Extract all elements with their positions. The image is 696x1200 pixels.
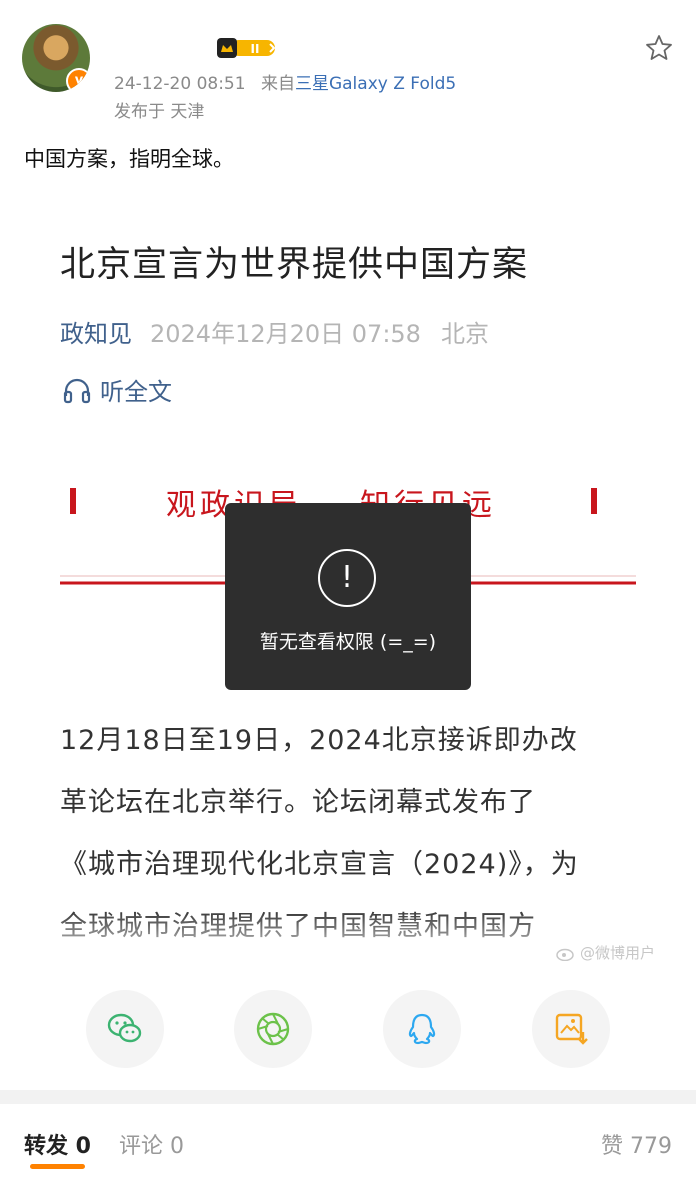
share-wechat-button[interactable] [86,990,164,1068]
toast-message: 暂无查看权限 (=_=) [259,631,437,653]
post-text: 中国方案，指明全球。 [24,147,234,171]
weibo-logo-icon [556,948,574,961]
tab-likes[interactable]: 赞 779 [601,1128,672,1160]
svg-text:II: II [251,42,260,56]
article-body-line: 革论坛在北京举行。论坛闭幕式发布了 [60,787,536,818]
device-link[interactable]: 三星Galaxy Z Fold5 [295,74,456,94]
post-tabs: 转发 0 评论 0 赞 779 [0,1104,696,1200]
article-body-line: 《城市治理现代化北京宣言（2024)》，为 [60,849,579,880]
moments-icon [256,1012,290,1046]
listen-label: 听全文 [100,378,172,406]
watermark: @微博用户 [556,942,655,963]
watermark-text: @微博用户 [580,944,656,962]
qq-icon [408,1013,436,1045]
headphones-icon [63,378,91,403]
post-location: 发布于 天津 [114,102,205,122]
tab-comment[interactable]: 评论 0 [119,1128,184,1160]
article-city: 北京 [440,320,489,348]
share-moments-button[interactable] [234,990,312,1068]
article-meta: 政知见 2024年12月20日 07:58 北京 [60,314,489,349]
article-author[interactable]: 政知见 [60,320,132,348]
save-image-button[interactable] [532,990,610,1068]
permission-toast: ! 暂无查看权限 (=_=) [225,503,471,690]
tab-repost[interactable]: 转发 0 [24,1128,91,1160]
article-date: 2024年12月20日 07:58 [150,320,421,348]
exclamation-icon: ! [318,549,376,607]
source-prefix: 来自 [260,74,295,94]
tab-active-indicator [30,1164,85,1169]
section-divider [0,1090,696,1104]
post-timestamp: 24-12-20 08:51 [114,74,246,94]
article-title: 北京宣言为世界提供中国方案 [60,245,529,285]
post-meta: 24-12-20 08:51 来自三星Galaxy Z Fold5 [114,69,456,94]
listen-button[interactable]: 听全文 [62,372,172,407]
share-qq-button[interactable] [383,990,461,1068]
favorite-star-icon[interactable] [644,33,674,63]
article-body-line: 12月18日至19日，2024北京接诉即办改 [60,725,578,756]
wechat-icon [107,1013,142,1043]
rank-badge-icon: II [217,38,276,58]
avatar[interactable]: v [22,24,90,92]
share-row [0,990,696,1068]
save-image-icon [555,1013,588,1045]
verified-badge-icon: v [66,68,90,92]
